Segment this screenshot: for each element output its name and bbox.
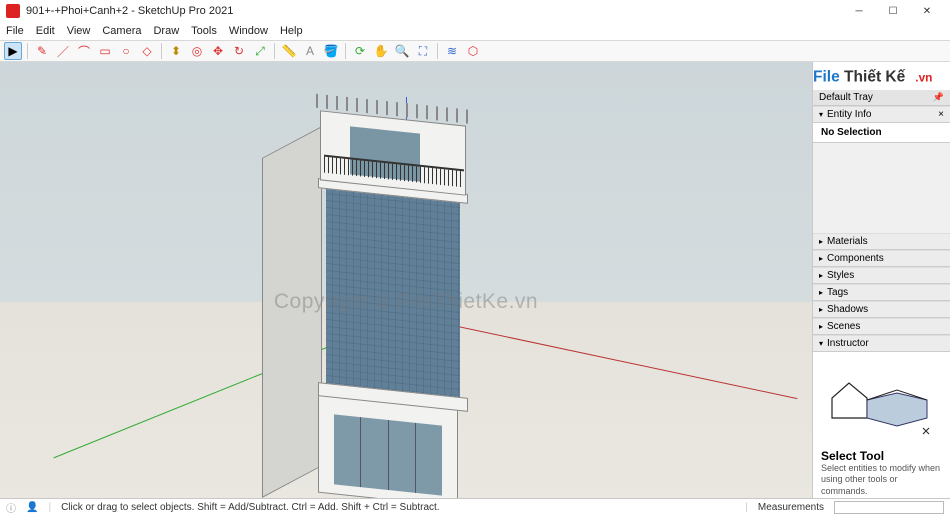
panel-label: Shadows — [827, 304, 868, 315]
pushpull-tool-button[interactable]: ⬍ — [167, 42, 185, 60]
panel-label: Instructor — [827, 338, 869, 349]
extension-button[interactable]: ⬡ — [464, 42, 482, 60]
maximize-button[interactable]: ☐ — [876, 0, 910, 22]
orbit-tool-button[interactable]: ⟳ — [351, 42, 369, 60]
text-tool-button[interactable]: A — [301, 42, 319, 60]
titlebar: 901+-+Phoi+Canh+2 - SketchUp Pro 2021 ─ … — [0, 0, 950, 22]
close-icon[interactable]: × — [938, 109, 944, 120]
warehouse-button[interactable]: ≋ — [443, 42, 461, 60]
app-icon — [6, 4, 20, 18]
menu-draw[interactable]: Draw — [153, 25, 179, 37]
instructor-desc: Select entities to modify when using oth… — [821, 463, 942, 497]
tape-tool-button[interactable]: 📏 — [280, 42, 298, 60]
zoom-extents-button[interactable]: ⛶ — [414, 42, 432, 60]
panel-label: Materials — [827, 236, 868, 247]
instructor-title: Select Tool — [821, 449, 942, 463]
panel-label: Tags — [827, 287, 848, 298]
rotate-tool-button[interactable]: ↻ — [230, 42, 248, 60]
panel-label: Styles — [827, 270, 854, 281]
no-selection-label: No Selection — [813, 123, 950, 143]
menu-view[interactable]: View — [67, 25, 91, 37]
panel-styles[interactable]: ▸Styles — [813, 267, 950, 284]
user-icon[interactable]: 👤 — [26, 502, 38, 513]
move-tool-button[interactable]: ✥ — [209, 42, 227, 60]
panel-materials[interactable]: ▸Materials — [813, 233, 950, 250]
rectangle-tool-button[interactable]: ▭ — [96, 42, 114, 60]
measurements-input[interactable] — [834, 501, 944, 514]
polygon-tool-button[interactable]: ◇ — [138, 42, 156, 60]
panel-instructor[interactable]: ▾Instructor — [813, 335, 950, 352]
instructor-sketch — [821, 360, 942, 445]
menu-help[interactable]: Help — [280, 25, 303, 37]
panel-shadows[interactable]: ▸Shadows — [813, 301, 950, 318]
svg-text:Thiết Kế: Thiết Kế — [844, 68, 906, 85]
menubar: File Edit View Camera Draw Tools Window … — [0, 22, 950, 40]
tray-pin-icon[interactable]: 📌 — [933, 92, 944, 103]
menu-tools[interactable]: Tools — [191, 25, 217, 37]
arc-tool-button[interactable]: ⌒ — [75, 42, 93, 60]
model-building — [290, 102, 500, 498]
panel-tags[interactable]: ▸Tags — [813, 284, 950, 301]
menu-camera[interactable]: Camera — [102, 25, 141, 37]
panel-label: Entity Info — [827, 109, 871, 120]
line-tool-button[interactable]: ／ — [54, 42, 72, 60]
menu-edit[interactable]: Edit — [36, 25, 55, 37]
help-icon[interactable]: ⓘ — [6, 500, 16, 515]
menu-file[interactable]: File — [6, 25, 24, 37]
viewport[interactable]: Copyright © FileThietKe.vn — [0, 62, 812, 498]
brand-logo: FileThiết Kế .vn — [813, 62, 950, 90]
minimize-button[interactable]: ─ — [842, 0, 876, 22]
panel-scenes[interactable]: ▸Scenes — [813, 318, 950, 335]
eraser-tool-button[interactable]: ✎ — [33, 42, 51, 60]
panel-label: Components — [827, 253, 884, 264]
svg-text:File: File — [813, 68, 840, 85]
select-tool-button[interactable]: ▶ — [4, 42, 22, 60]
toolbar: ▶ ✎ ／ ⌒ ▭ ○ ◇ ⬍ ◎ ✥ ↻ ⤢ 📏 A 🪣 ⟳ ✋ 🔍 ⛶ ≋ … — [0, 40, 950, 62]
panel-entity-info[interactable]: ▾Entity Info× — [813, 106, 950, 123]
zoom-tool-button[interactable]: 🔍 — [393, 42, 411, 60]
menu-window[interactable]: Window — [229, 25, 268, 37]
panel-label: Scenes — [827, 321, 860, 332]
svg-text:.vn: .vn — [915, 70, 932, 84]
window-title: 901+-+Phoi+Canh+2 - SketchUp Pro 2021 — [26, 5, 233, 17]
close-button[interactable]: ✕ — [910, 0, 944, 22]
instructor-content: Select Tool Select entities to modify wh… — [813, 352, 950, 498]
scale-tool-button[interactable]: ⤢ — [251, 42, 269, 60]
measurements-label: Measurements — [758, 502, 824, 513]
tray-panel: FileThiết Kế.vn Default Tray 📌 ▾Entity I… — [812, 62, 950, 498]
status-hint: Click or drag to select objects. Shift =… — [61, 502, 440, 513]
tray-header[interactable]: Default Tray 📌 — [813, 90, 950, 106]
tray-header-label: Default Tray — [819, 92, 873, 103]
paint-tool-button[interactable]: 🪣 — [322, 42, 340, 60]
circle-tool-button[interactable]: ○ — [117, 42, 135, 60]
pan-tool-button[interactable]: ✋ — [372, 42, 390, 60]
offset-tool-button[interactable]: ◎ — [188, 42, 206, 60]
statusbar: ⓘ 👤 | Click or drag to select objects. S… — [0, 498, 950, 515]
panel-components[interactable]: ▸Components — [813, 250, 950, 267]
